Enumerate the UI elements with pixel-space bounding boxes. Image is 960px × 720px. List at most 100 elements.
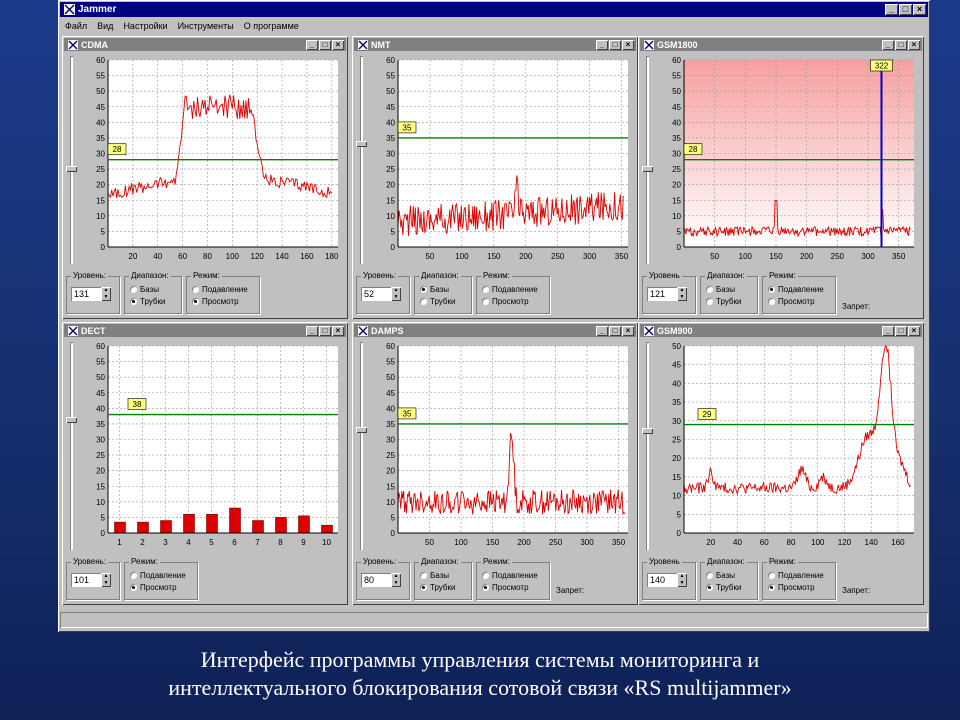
range-bases-radio[interactable]: Базы: [706, 571, 735, 580]
level-slider[interactable]: [66, 54, 78, 267]
level-slider[interactable]: [356, 54, 368, 267]
level-spin-button[interactable]: ▲ ▼: [101, 573, 111, 587]
level-input[interactable]: 131 ▲ ▼: [71, 287, 111, 301]
close-button[interactable]: ×: [913, 4, 926, 15]
radio-dot[interactable]: [706, 286, 713, 293]
mode-suppress-radio[interactable]: Подавление: [482, 285, 538, 294]
range-phones-radio[interactable]: Трубки: [420, 297, 455, 306]
mode-view-radio[interactable]: Просмотр: [768, 297, 815, 306]
panel-close-button[interactable]: ×: [908, 325, 920, 336]
slider-thumb[interactable]: [356, 427, 367, 433]
radio-dot[interactable]: [130, 572, 137, 579]
slider-thumb[interactable]: [66, 417, 77, 423]
minimize-button[interactable]: _: [885, 4, 898, 15]
range-bases-radio[interactable]: Базы: [420, 571, 449, 580]
x-tick-label: 120: [251, 252, 265, 261]
menu-tools[interactable]: Инструменты: [173, 21, 239, 31]
mode-suppress-radio[interactable]: Подавление: [130, 571, 186, 580]
radio-dot[interactable]: [482, 298, 489, 305]
panel-minimize-button[interactable]: _: [306, 39, 318, 50]
range-phones-radio[interactable]: Трубки: [706, 297, 741, 306]
range-phones-radio[interactable]: Трубки: [130, 297, 165, 306]
slider-thumb[interactable]: [642, 166, 653, 172]
panel-close-button[interactable]: ×: [622, 39, 634, 50]
range-bases-radio[interactable]: Базы: [420, 285, 449, 294]
radio-dot[interactable]: [192, 286, 199, 293]
radio-dot[interactable]: [130, 286, 137, 293]
radio-dot[interactable]: [420, 298, 427, 305]
slider-thumb[interactable]: [356, 141, 367, 147]
level-slider[interactable]: [642, 54, 654, 267]
panel-close-button[interactable]: ×: [622, 325, 634, 336]
radio-dot[interactable]: [706, 298, 713, 305]
radio-dot[interactable]: [768, 298, 775, 305]
menu-file[interactable]: Файл: [60, 21, 92, 31]
range-phones-radio[interactable]: Трубки: [706, 583, 741, 592]
x-tick-label: 60: [178, 252, 187, 261]
level-input[interactable]: 52 ▲ ▼: [361, 287, 401, 301]
mode-suppress-radio[interactable]: Подавление: [768, 571, 824, 580]
radio-dot[interactable]: [482, 286, 489, 293]
radio-dot[interactable]: [420, 286, 427, 293]
slider-thumb[interactable]: [66, 166, 77, 172]
menu-view[interactable]: Вид: [92, 21, 118, 31]
slider-thumb[interactable]: [642, 428, 653, 434]
panel-restore-button[interactable]: □: [895, 325, 907, 336]
panel-restore-button[interactable]: □: [319, 39, 331, 50]
restore-button[interactable]: □: [899, 4, 912, 15]
level-input[interactable]: 80 ▲ ▼: [361, 573, 401, 587]
panel-restore-button[interactable]: □: [609, 39, 621, 50]
range-bases-radio[interactable]: Базы: [130, 285, 159, 294]
radio-dot[interactable]: [768, 584, 775, 591]
mode-view-radio[interactable]: Просмотр: [482, 297, 529, 306]
radio-dot[interactable]: [420, 584, 427, 591]
mode-view-radio[interactable]: Просмотр: [768, 583, 815, 592]
panel-minimize-button[interactable]: _: [306, 325, 318, 336]
mode-suppress-radio[interactable]: Подавление: [192, 285, 248, 294]
radio-dot[interactable]: [768, 572, 775, 579]
panel-close-button[interactable]: ×: [332, 325, 344, 336]
radio-dot[interactable]: [130, 584, 137, 591]
level-value: 121: [650, 289, 666, 299]
panel-minimize-button[interactable]: _: [596, 39, 608, 50]
mode-view-radio[interactable]: Просмотр: [130, 583, 177, 592]
panel-close-button[interactable]: ×: [908, 39, 920, 50]
radio-dot[interactable]: [482, 572, 489, 579]
menu-about[interactable]: О программе: [239, 21, 304, 31]
radio-dot[interactable]: [706, 572, 713, 579]
panel-minimize-button[interactable]: _: [882, 325, 894, 336]
panel-restore-button[interactable]: □: [895, 39, 907, 50]
panel-restore-button[interactable]: □: [609, 325, 621, 336]
level-slider[interactable]: [356, 340, 368, 553]
mode-view-radio[interactable]: Просмотр: [482, 583, 529, 592]
mode-suppress-radio[interactable]: Подавление: [482, 571, 538, 580]
menu-settings[interactable]: Настройки: [118, 21, 172, 31]
level-spin-button[interactable]: ▲ ▼: [677, 573, 687, 587]
panel-close-button[interactable]: ×: [332, 39, 344, 50]
radio-dot[interactable]: [192, 298, 199, 305]
level-spin-button[interactable]: ▲ ▼: [101, 287, 111, 301]
panel-minimize-button[interactable]: _: [596, 325, 608, 336]
level-slider[interactable]: [642, 340, 654, 553]
radio-label: Базы: [430, 571, 450, 580]
level-input[interactable]: 101 ▲ ▼: [71, 573, 111, 587]
panel-minimize-button[interactable]: _: [882, 39, 894, 50]
plot-area: [684, 60, 914, 247]
level-slider[interactable]: [66, 340, 78, 553]
radio-dot[interactable]: [768, 286, 775, 293]
level-spin-button[interactable]: ▲ ▼: [677, 287, 687, 301]
range-phones-radio[interactable]: Трубки: [420, 583, 455, 592]
level-spin-button[interactable]: ▲ ▼: [391, 573, 401, 587]
mode-group: Режим: Подавление Просмотр: [476, 557, 550, 600]
range-bases-radio[interactable]: Базы: [706, 285, 735, 294]
level-input[interactable]: 121 ▲ ▼: [647, 287, 687, 301]
level-input[interactable]: 140 ▲ ▼: [647, 573, 687, 587]
level-spin-button[interactable]: ▲ ▼: [391, 287, 401, 301]
radio-dot[interactable]: [706, 584, 713, 591]
mode-suppress-radio[interactable]: Подавление: [768, 285, 824, 294]
panel-restore-button[interactable]: □: [319, 325, 331, 336]
radio-dot[interactable]: [482, 584, 489, 591]
radio-dot[interactable]: [130, 298, 137, 305]
radio-dot[interactable]: [420, 572, 427, 579]
mode-view-radio[interactable]: Просмотр: [192, 297, 239, 306]
